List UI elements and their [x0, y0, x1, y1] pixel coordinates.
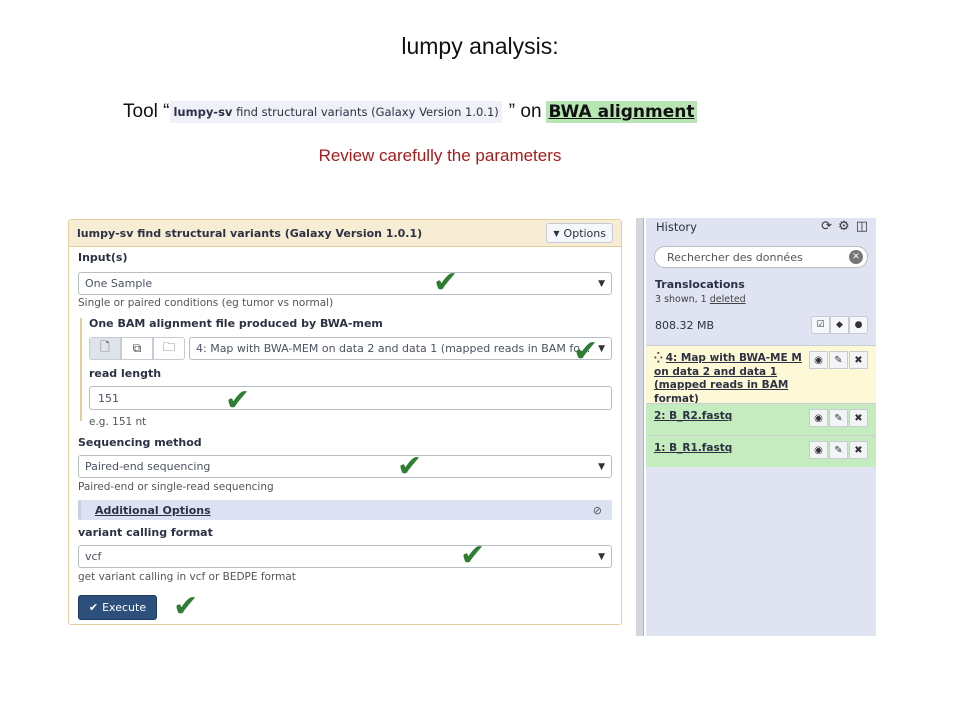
input-label: Input(s) [78, 251, 128, 264]
delete-icon[interactable]: ✖ [849, 351, 868, 369]
search-placeholder: Rechercher des données [667, 250, 803, 264]
intro-line: Tool “ lumpy-sv find structural variants… [123, 97, 698, 127]
check-icon: ✔ [88, 601, 99, 614]
format-help: get variant calling in vcf or BEDPE form… [78, 571, 296, 583]
seq-method-help: Paired-end or single-read sequencing [78, 481, 274, 493]
check-icon: ✔ [433, 265, 459, 300]
check-icon: ✔ [225, 383, 251, 418]
format-select[interactable]: vcf ▼ [78, 545, 612, 568]
input-select-value: One Sample [85, 277, 153, 290]
caret-down-icon: ▼ [598, 551, 605, 562]
pencil-icon[interactable]: ✎ [829, 409, 848, 427]
refresh-icon[interactable]: ⟳ [821, 219, 832, 234]
format-label: variant calling format [78, 526, 213, 539]
history-header: History [656, 220, 697, 234]
dataset-title[interactable]: 1: B_R1.fastq [654, 442, 814, 456]
section-indent-bar [80, 318, 84, 421]
tags-icon[interactable]: ◆ [830, 316, 849, 334]
columns-icon[interactable]: ◫ [856, 219, 868, 234]
eye-icon[interactable]: ◉ [809, 409, 828, 427]
spinner-icon: ⁛ [654, 353, 663, 364]
bwa-alignment-link[interactable]: BWA alignment [545, 101, 698, 123]
tool-form-title: lumpy-sv find structural variants (Galax… [77, 226, 423, 240]
caret-down-icon: ▼ [598, 343, 605, 354]
dataset-actions: ◉ ✎ ✖ [809, 409, 868, 427]
options-label: Options [563, 226, 606, 240]
read-length-input[interactable]: 151 [89, 386, 612, 410]
bam-select-value: 4: Map with BWA-MEM on data 2 and data 1… [196, 342, 591, 355]
history-tools: ☑ ◆ ● [811, 316, 868, 334]
check-icon: ✔ [460, 538, 486, 573]
delete-icon[interactable]: ✖ [849, 409, 868, 427]
comment-icon[interactable]: ● [849, 316, 868, 334]
dataset-actions: ◉ ✎ ✖ [809, 351, 868, 369]
history-shown-count: 3 shown, 1 deleted [655, 294, 746, 305]
history-name[interactable]: Translocations [655, 278, 745, 291]
tool-name-code: lumpy-sv find structural variants (Galax… [170, 101, 502, 123]
file-icon[interactable]: 🗋 [89, 337, 121, 360]
select-icon[interactable]: ☑ [811, 316, 830, 334]
tool-name-bold: lumpy-sv [173, 105, 233, 119]
caret-down-icon: ▼ [598, 278, 605, 289]
panel-drag-divider[interactable] [636, 218, 644, 636]
intro-suffix: ” on [508, 101, 542, 122]
delete-icon[interactable]: ✖ [849, 441, 868, 459]
history-dataset-2[interactable]: 2: B_R2.fastq ◉ ✎ ✖ [646, 403, 876, 435]
check-icon: ✔ [397, 449, 423, 484]
folder-icon[interactable]: 🗀 [153, 337, 185, 360]
pencil-icon[interactable]: ✎ [829, 441, 848, 459]
seq-method-value: Paired-end sequencing [85, 460, 211, 473]
tool-name-rest: find structural variants (Galaxy Version… [232, 105, 499, 119]
read-length-label: read length [89, 367, 162, 380]
bam-label: One BAM alignment file produced by BWA-m… [89, 317, 383, 330]
seq-method-select[interactable]: Paired-end sequencing ▼ [78, 455, 612, 478]
slide-title: lumpy analysis: [401, 33, 559, 59]
pencil-icon[interactable]: ✎ [829, 351, 848, 369]
check-icon: ✔ [573, 334, 599, 369]
copy-icon[interactable]: ⧉ [121, 337, 153, 360]
history-panel: History ⟳ ⚙ ◫ Rechercher des données ✕ T… [646, 218, 876, 636]
dataset-mode-buttons: 🗋 ⧉ 🗀 [89, 337, 185, 360]
bam-select[interactable]: 4: Map with BWA-MEM on data 2 and data 1… [189, 337, 612, 360]
additional-options-label: Additional Options [95, 503, 211, 517]
history-search-input[interactable]: Rechercher des données ✕ [654, 246, 868, 268]
read-length-value: 151 [98, 391, 119, 405]
check-icon: ✔ [173, 589, 199, 624]
history-header-icons: ⟳ ⚙ ◫ [821, 219, 868, 234]
review-note: Review carefully the parameters [318, 146, 562, 165]
dataset-title-text: 4: Map with BWA-ME M on data 2 and data … [654, 352, 802, 405]
input-help: Single or paired conditions (eg tumor vs… [78, 297, 334, 309]
gear-icon[interactable]: ⚙ [838, 219, 850, 234]
caret-down-icon: ▼ [598, 461, 605, 472]
seq-method-label: Sequencing method [78, 436, 202, 449]
additional-options-toggle[interactable]: Additional Options ⊘ [78, 500, 612, 520]
history-dataset-1[interactable]: 1: B_R1.fastq ◉ ✎ ✖ [646, 435, 876, 467]
shown-text: 3 shown, 1 [655, 294, 710, 305]
eye-icon[interactable]: ◉ [809, 441, 828, 459]
execute-button[interactable]: ✔ Execute [78, 595, 157, 620]
input-select[interactable]: One Sample ▼ [78, 272, 612, 295]
eye-slash-icon: ⊘ [592, 503, 602, 517]
dataset-title[interactable]: ⁛ 4: Map with BWA-ME M on data 2 and data… [654, 352, 814, 407]
intro-prefix: Tool “ [123, 101, 170, 122]
eye-icon[interactable]: ◉ [809, 351, 828, 369]
history-size: 808.32 MB [655, 319, 715, 332]
read-length-help: e.g. 151 nt [89, 416, 147, 428]
deleted-link[interactable]: deleted [710, 294, 746, 305]
options-button[interactable]: ▼ Options [546, 223, 613, 243]
caret-down-icon: ▼ [553, 228, 560, 238]
dataset-title[interactable]: 2: B_R2.fastq [654, 410, 814, 424]
dataset-actions: ◉ ✎ ✖ [809, 441, 868, 459]
clear-icon[interactable]: ✕ [849, 250, 863, 264]
format-value: vcf [85, 550, 102, 563]
execute-label: Execute [102, 601, 147, 614]
tool-form-header: lumpy-sv find structural variants (Galax… [69, 220, 621, 247]
